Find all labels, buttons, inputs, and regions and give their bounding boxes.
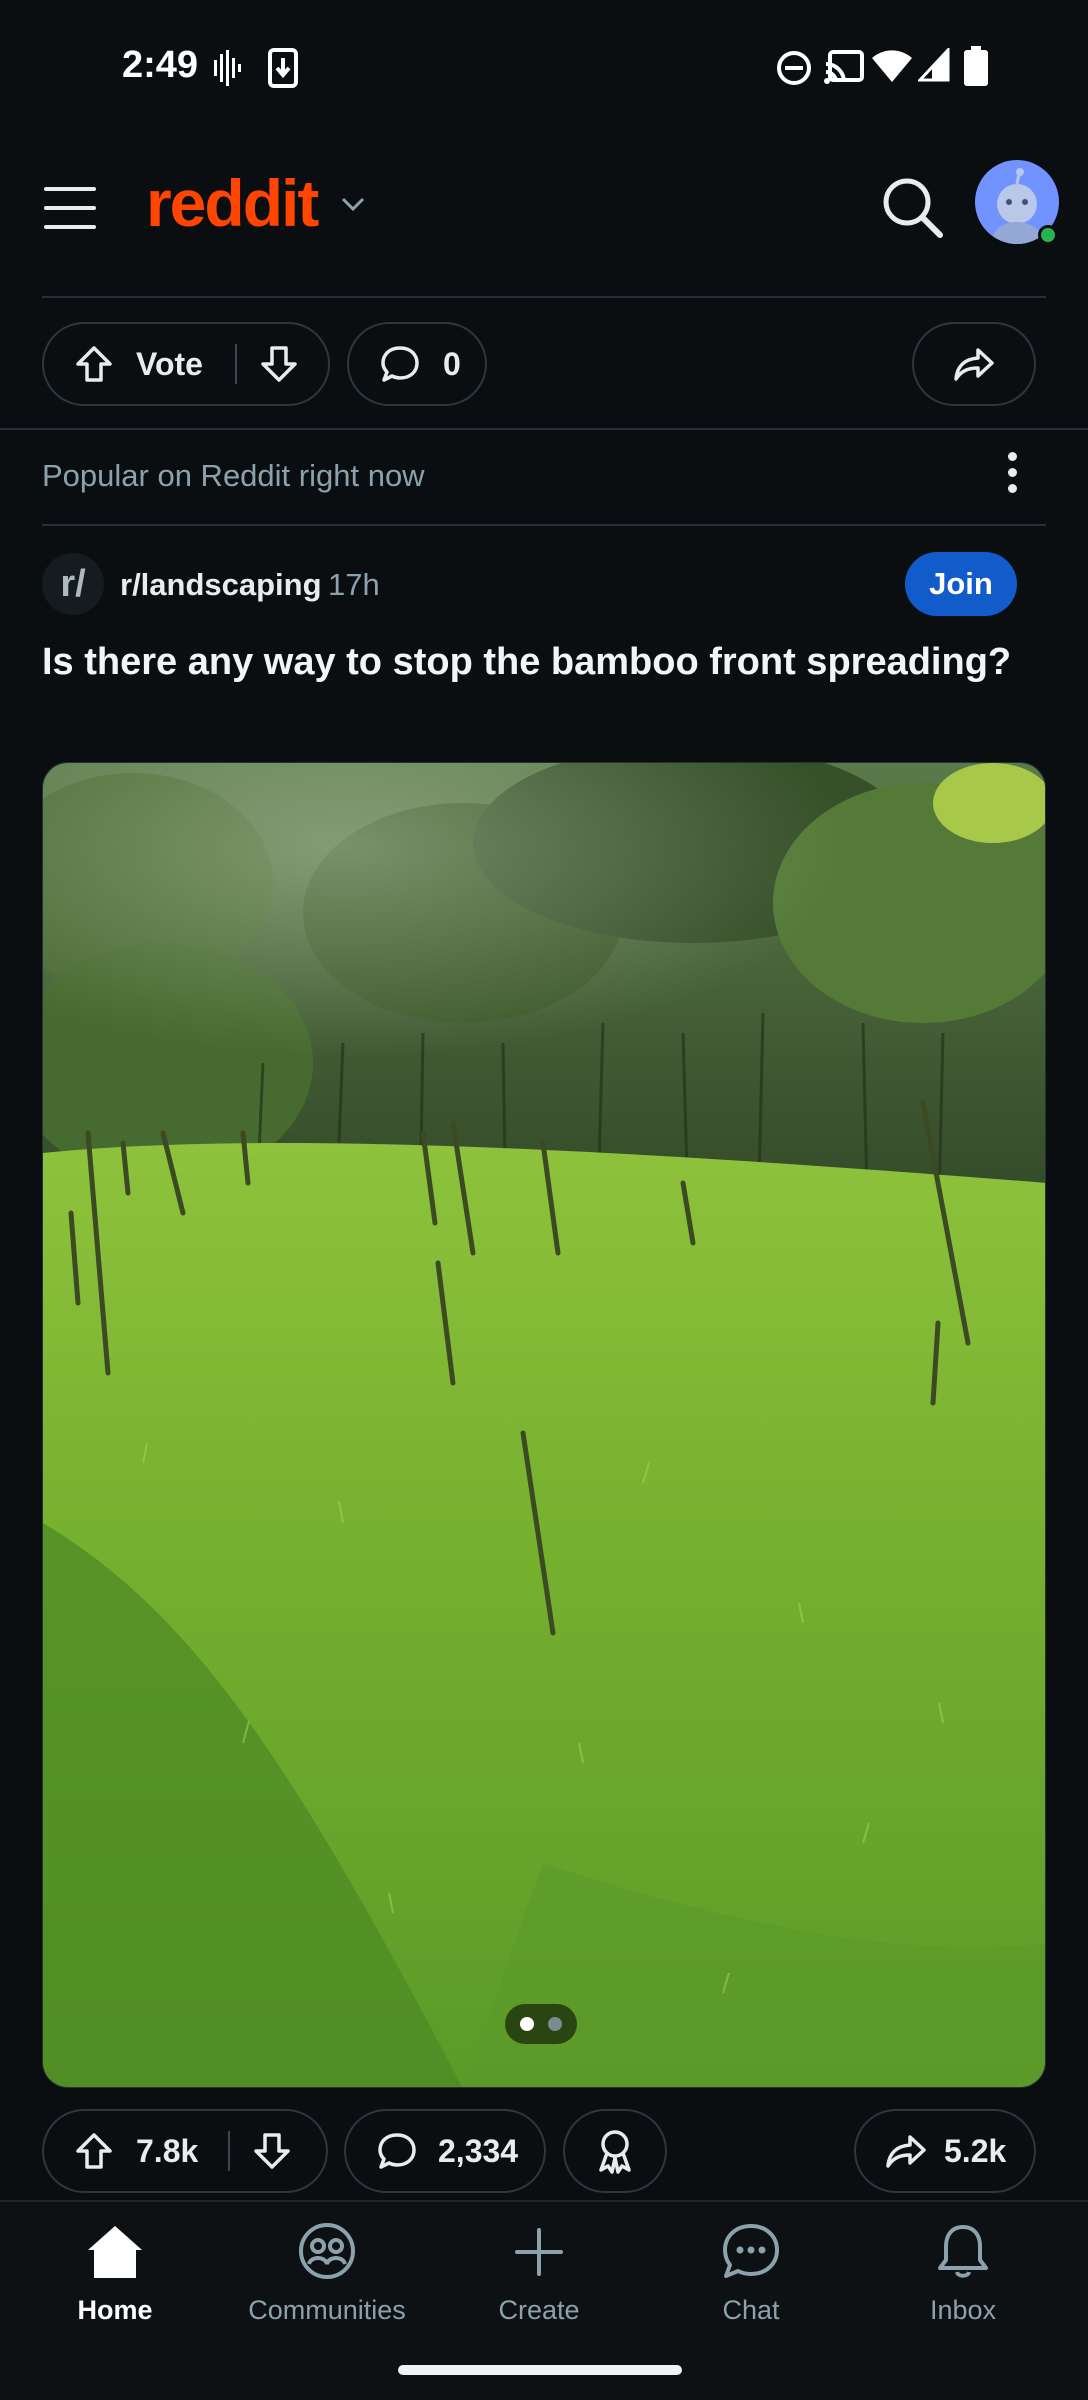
home-indicator[interactable] xyxy=(398,2365,682,2375)
download-icon xyxy=(268,48,298,88)
post-age: 17h xyxy=(328,567,380,602)
image-dot xyxy=(548,2017,562,2031)
comment-count: 0 xyxy=(443,345,461,382)
nav-home-label: Home xyxy=(77,2295,153,2325)
nav-communities[interactable]: Communities xyxy=(227,2222,427,2326)
status-time: 2:49 xyxy=(122,44,199,86)
header-divider xyxy=(42,296,1046,298)
join-button[interactable]: Join xyxy=(905,552,1017,616)
nav-create-label: Create xyxy=(498,2295,580,2325)
home-icon xyxy=(88,2226,142,2278)
search-icon[interactable] xyxy=(880,175,944,239)
online-status-dot xyxy=(1038,225,1058,245)
share-count: 5.2k xyxy=(944,2132,1007,2169)
vote-count: 7.8k xyxy=(136,2132,199,2169)
share-button[interactable] xyxy=(912,322,1036,406)
post-title[interactable]: Is there any way to stop the bamboo fron… xyxy=(42,636,1042,689)
post-share-button[interactable]: 5.2k xyxy=(854,2109,1036,2193)
wifi-icon xyxy=(872,50,912,82)
award-button[interactable] xyxy=(563,2109,667,2193)
nav-chat[interactable]: Chat xyxy=(651,2222,851,2326)
popular-divider xyxy=(42,524,1046,526)
chevron-down-icon[interactable] xyxy=(340,195,366,213)
menu-icon xyxy=(44,187,96,191)
comment-icon xyxy=(378,2133,416,2169)
upvote-icon[interactable] xyxy=(74,344,114,384)
share-icon xyxy=(886,2135,926,2168)
subreddit-icon[interactable]: r/ xyxy=(42,553,104,615)
comment-icon xyxy=(381,346,419,382)
downvote-icon[interactable] xyxy=(252,2131,292,2171)
comments-button[interactable]: 0 xyxy=(347,322,487,406)
image-dot-active xyxy=(520,2017,534,2031)
app-header: reddit xyxy=(0,135,1088,295)
nav-communities-label: Communities xyxy=(248,2295,406,2325)
post-comments-button[interactable]: 2,334 xyxy=(344,2109,546,2193)
post-comment-count: 2,334 xyxy=(438,2132,519,2169)
nav-chat-label: Chat xyxy=(722,2295,780,2325)
share-icon xyxy=(954,348,994,381)
section-divider xyxy=(0,428,1088,430)
nav-create[interactable]: Create xyxy=(439,2222,639,2326)
vote-label: Vote xyxy=(136,345,203,382)
post-vote-control: 7.8k xyxy=(42,2109,328,2193)
nav-inbox[interactable]: Inbox xyxy=(863,2222,1063,2326)
feed-section-label: Popular on Reddit right now xyxy=(42,458,425,493)
post-image[interactable] xyxy=(42,762,1046,2088)
upvote-icon[interactable] xyxy=(74,2131,114,2171)
image-pagination xyxy=(505,2004,577,2044)
signal-icon xyxy=(918,48,950,82)
voicemail-icon xyxy=(214,50,241,86)
cast-icon xyxy=(824,50,864,84)
bell-icon xyxy=(938,2225,988,2278)
nav-inbox-label: Inbox xyxy=(929,2295,997,2325)
communities-icon xyxy=(299,2223,355,2279)
downvote-icon[interactable] xyxy=(259,344,299,384)
reddit-logo[interactable]: reddit xyxy=(146,165,319,241)
dnd-icon xyxy=(777,51,811,85)
battery-icon xyxy=(964,46,988,86)
vote-control: Vote xyxy=(42,322,330,406)
chat-icon xyxy=(723,2224,779,2278)
more-options-icon[interactable] xyxy=(1000,452,1024,500)
status-bar: 2:49 xyxy=(0,0,1088,135)
menu-button[interactable] xyxy=(44,187,100,237)
award-icon xyxy=(599,2130,631,2174)
plus-icon xyxy=(515,2228,563,2276)
subreddit-name[interactable]: r/landscaping xyxy=(120,567,322,603)
nav-home[interactable]: Home xyxy=(15,2222,215,2326)
